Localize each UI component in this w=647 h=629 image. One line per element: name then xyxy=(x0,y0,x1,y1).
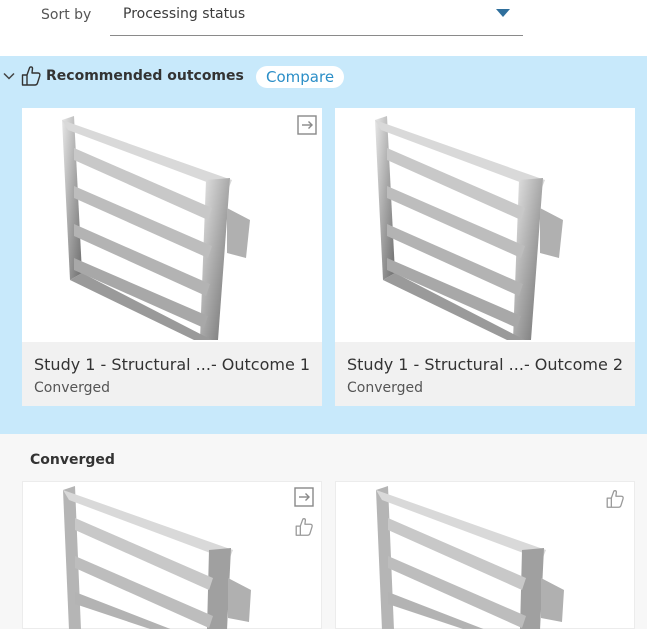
outcome-name: Study 1 - Structural ...- Outcome 2 xyxy=(347,355,624,374)
outcome-status: Converged xyxy=(347,380,424,396)
converged-card-1[interactable] xyxy=(22,481,322,629)
thumbs-up-icon[interactable] xyxy=(293,516,315,538)
outcome-card-footer: Study 1 - Structural ...- Outcome 2 Conv… xyxy=(335,342,635,406)
outcome-card-2[interactable]: Study 1 - Structural ...- Outcome 2 Conv… xyxy=(335,108,635,406)
sort-bar: Sort by Processing status xyxy=(0,0,647,56)
converged-section-title: Converged xyxy=(30,452,115,468)
converged-card-2[interactable] xyxy=(335,481,635,629)
caret-down-icon xyxy=(496,9,510,17)
sort-value: Processing status xyxy=(123,6,246,22)
outcome-thumbnail xyxy=(335,108,635,342)
outcomes-page: Sort by Processing status Recommended ou… xyxy=(0,0,647,629)
chevron-down-icon[interactable] xyxy=(3,70,15,82)
recommended-header: Recommended outcomes Compare xyxy=(0,64,647,92)
thumbs-up-icon[interactable] xyxy=(604,488,626,510)
export-icon[interactable] xyxy=(293,486,315,508)
outcome-card-1[interactable]: Study 1 - Structural ...- Outcome 1 Conv… xyxy=(22,108,322,406)
export-icon[interactable] xyxy=(296,114,318,136)
thumbs-up-icon xyxy=(21,66,41,86)
outcome-name: Study 1 - Structural ...- Outcome 1 xyxy=(34,355,311,374)
outcome-card-footer: Study 1 - Structural ...- Outcome 1 Conv… xyxy=(22,342,322,406)
rack-model-image xyxy=(376,486,564,629)
rack-model-image xyxy=(62,116,250,340)
sort-select[interactable]: Processing status xyxy=(110,0,523,36)
compare-button[interactable]: Compare xyxy=(256,66,345,88)
recommended-section: Recommended outcomes Compare Study 1 - S… xyxy=(0,56,647,434)
rack-model-image xyxy=(375,116,563,340)
outcome-thumbnail xyxy=(22,108,322,342)
outcome-status: Converged xyxy=(34,380,111,396)
sort-label: Sort by xyxy=(41,7,92,23)
rack-model-image xyxy=(63,486,251,629)
recommended-title: Recommended outcomes xyxy=(46,68,244,84)
